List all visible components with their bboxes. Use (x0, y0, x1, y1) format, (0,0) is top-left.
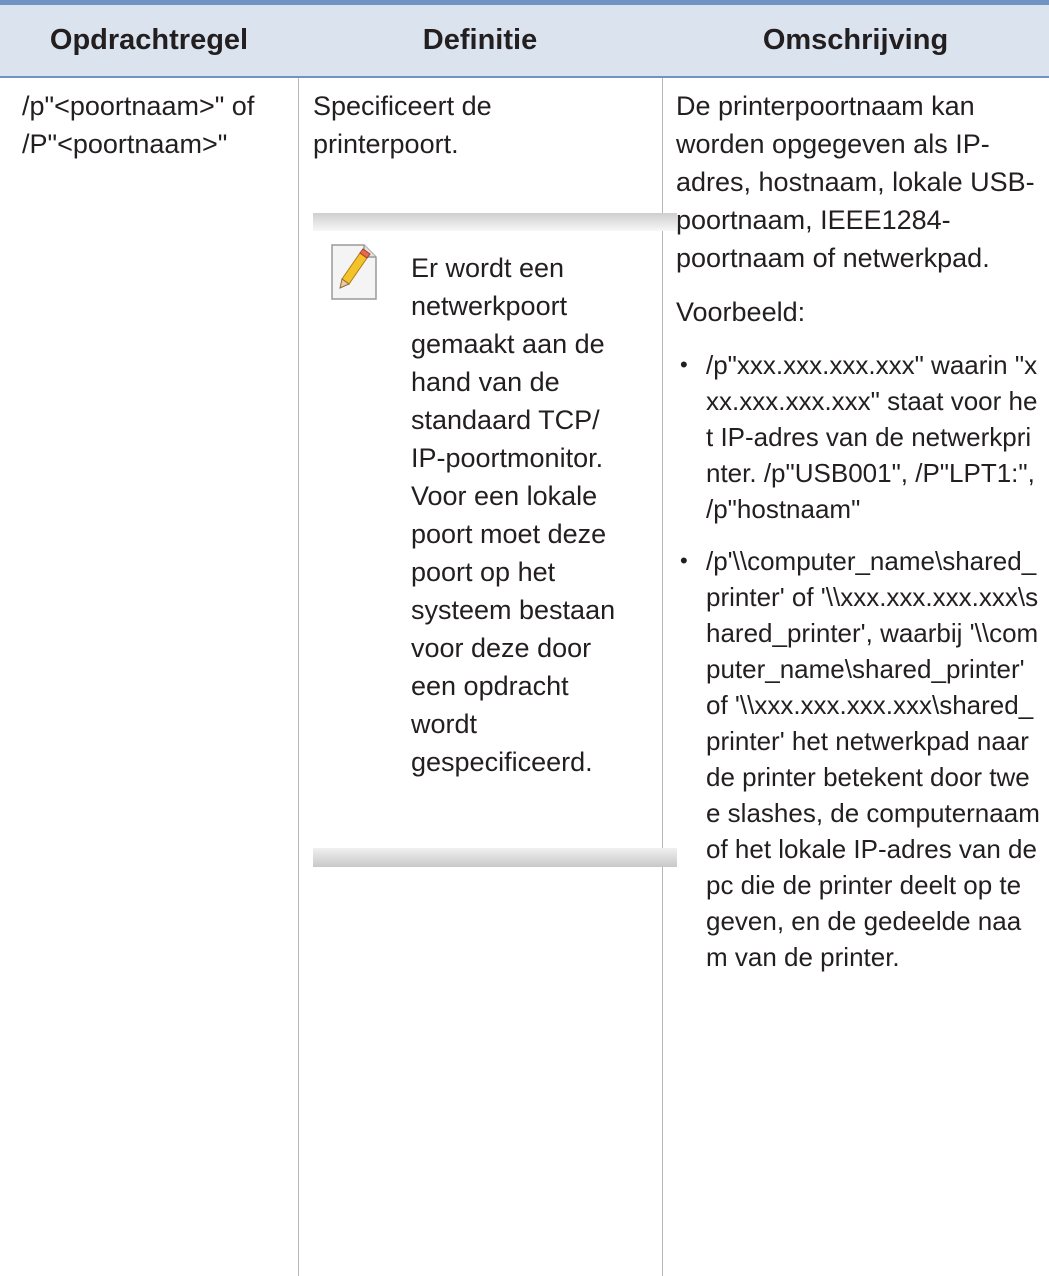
header-rule (0, 76, 1049, 78)
header-description: Omschrijving (762, 24, 949, 56)
header-command: Opdrachtregel (49, 24, 249, 56)
note-line: systeem bestaan (411, 595, 616, 625)
definition-line: printerpoort. (313, 129, 459, 159)
note-bottom-bar (313, 848, 677, 867)
command-table: Opdrachtregel Definitie Omschrijving /p"… (0, 0, 1049, 1276)
note-line: Er wordt een (411, 253, 565, 283)
list-item-text: /p"xxx.xxx.xxx.xxx" waarin "xxx.xxx.xxx.… (706, 350, 1038, 524)
definition-cell: Specificeert de printerpoort. (313, 87, 653, 163)
note-top-bar (313, 213, 677, 231)
note-line: gemaakt aan de (411, 329, 605, 359)
note-text: Er wordt een netwerkpoort gemaakt aan de ha… (411, 249, 673, 781)
command-cell: /p"<poortnaam>" of /P"<poortnaam>" (22, 87, 294, 163)
note-line: netwerkpoort (411, 291, 568, 321)
note-line: voor deze door (411, 633, 592, 663)
example-list: • /p"xxx.xxx.xxx.xxx" waarin "xxx.xxx.xx… (676, 347, 1041, 975)
command-line: /P"<poortnaam>" (22, 129, 228, 159)
note-line: IP-poortmonitor. (411, 443, 604, 473)
list-item-text: /p'\\computer_name\shared_printer' of '\… (706, 546, 1040, 972)
description-cell: De printerpoortnaam kan worden opgegeven… (676, 87, 1041, 991)
note-line: poort moet deze (411, 519, 607, 549)
description-intro: De printerpoortnaam kan worden opgegeven… (676, 91, 1035, 273)
note-line: gespecificeerd. (411, 747, 593, 777)
table-header: Opdrachtregel Definitie Omschrijving (0, 5, 1049, 76)
note-line: Voor een lokale (411, 481, 598, 511)
command-line: /p"<poortnaam>" of (22, 91, 255, 121)
list-item: • /p"xxx.xxx.xxx.xxx" waarin "xxx.xxx.xx… (676, 347, 1041, 527)
column-divider (298, 78, 299, 1276)
bullet-icon: • (680, 548, 688, 573)
note-pencil-icon (330, 243, 378, 301)
list-item: • /p'\\computer_name\shared_printer' of … (676, 543, 1041, 975)
note-line: wordt (411, 709, 478, 739)
note-line: poort op het (411, 557, 556, 587)
note-line: hand van de (411, 367, 560, 397)
header-definition: Definitie (422, 24, 538, 56)
note-line: standaard TCP/ (411, 405, 600, 435)
definition-line: Specificeert de (313, 91, 492, 121)
note-line: een opdracht (411, 671, 569, 701)
note-box: Er wordt een netwerkpoort gemaakt aan de ha… (313, 213, 677, 867)
example-label: Voorbeeld: (676, 297, 806, 327)
bullet-icon: • (680, 352, 688, 377)
